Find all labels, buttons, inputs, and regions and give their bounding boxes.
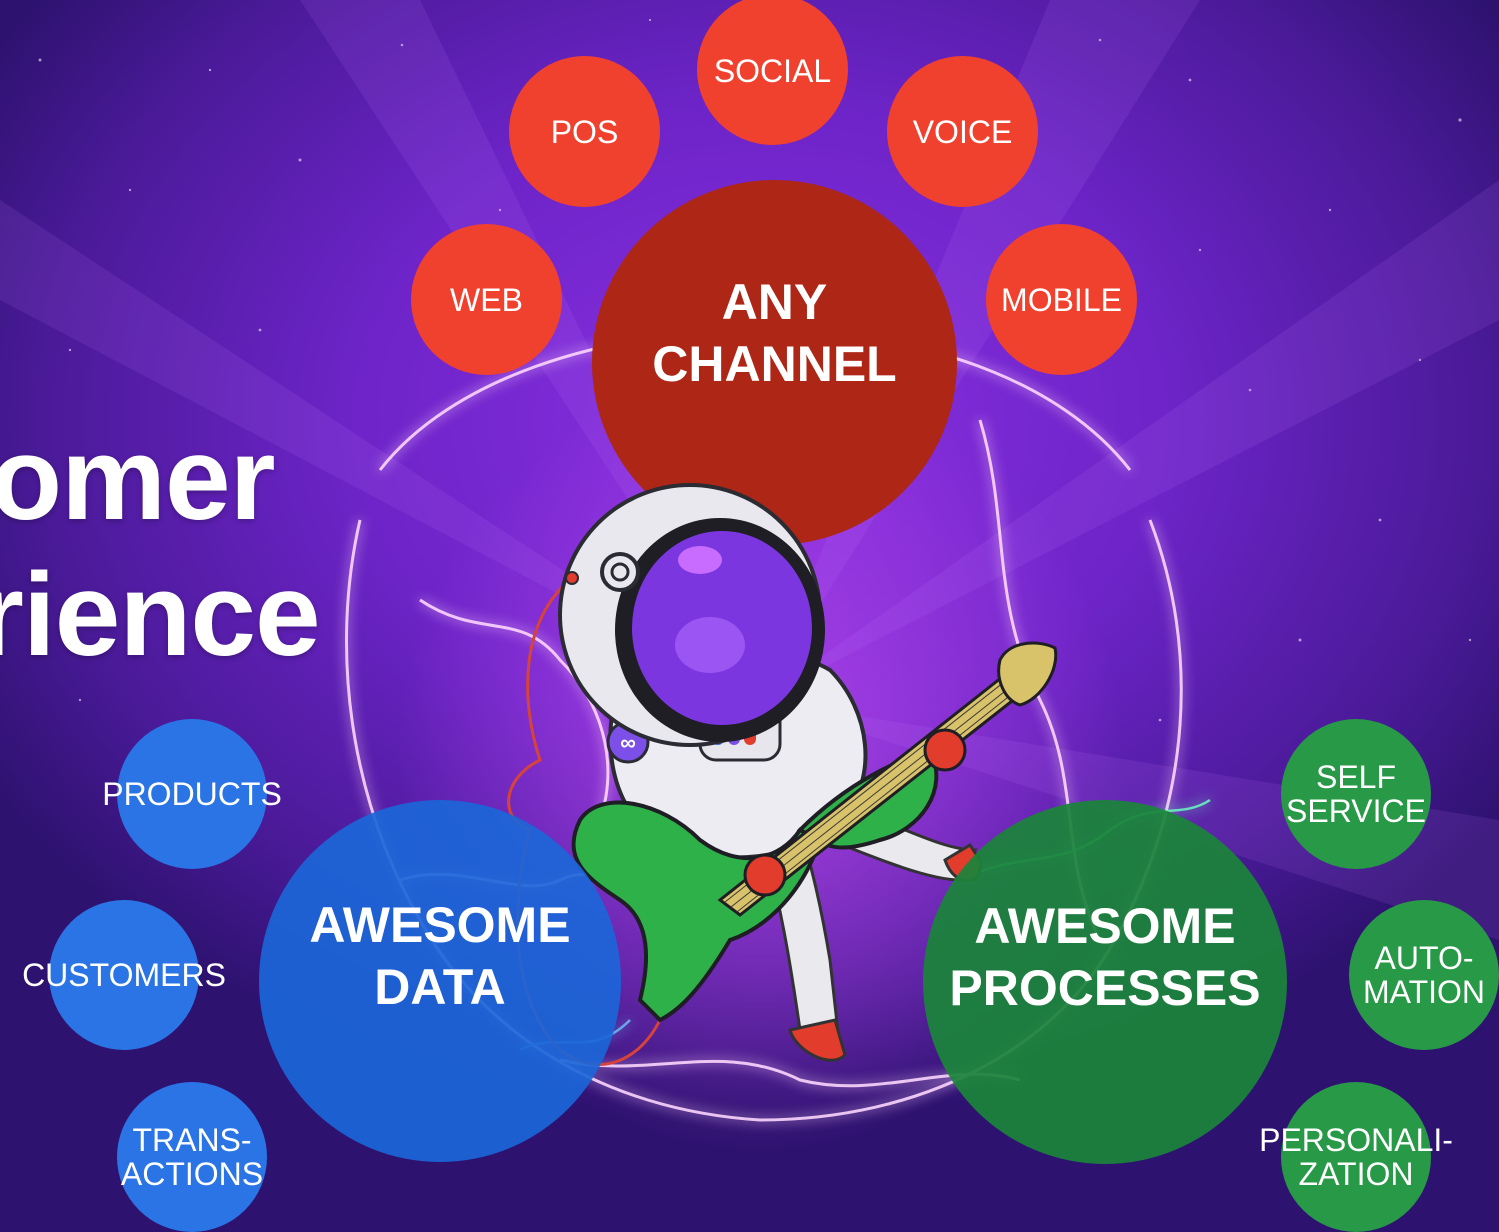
process-personalization-label: PERSONALI- ZATION [1259,1122,1453,1192]
awesome-processes-circle: AWESOME PROCESSES [923,800,1287,1164]
channel-pos-label: POS [550,113,619,150]
svg-text:∞: ∞ [620,730,636,755]
channel-social: SOCIAL [697,0,848,145]
awesome-processes-label: AWESOME PROCESSES [949,898,1261,1016]
data-products: PRODUCTS [102,719,282,869]
channel-mobile: MOBILE [986,224,1137,375]
data-transactions-label: TRANS- ACTIONS [120,1122,264,1192]
channel-pos: POS [509,56,660,207]
any-channel-label: ANY CHANNEL [652,273,897,392]
headline: omer rience [0,413,321,681]
channel-web-label: WEB [450,281,523,318]
channel-voice-label: VOICE [912,113,1013,150]
any-channel-circle: ANY CHANNEL [592,180,957,545]
headline-line-2: rience [0,549,321,681]
awesome-data-circle: AWESOME DATA [259,800,621,1162]
channel-web: WEB [411,224,562,375]
data-transactions: TRANS- ACTIONS [117,1082,267,1232]
channel-mobile-label: MOBILE [1001,281,1122,318]
awesome-data-label: AWESOME DATA [309,897,571,1015]
process-personalization: PERSONALI- ZATION [1259,1082,1453,1232]
process-automation: AUTO- MATION [1349,900,1499,1050]
headline-line-1: omer [0,413,276,545]
data-customers-label: CUSTOMERS [22,957,226,993]
process-automation-label: AUTO- MATION [1362,940,1486,1010]
process-self-service: SELF SERVICE [1281,719,1431,869]
channel-voice: VOICE [887,56,1038,207]
data-products-label: PRODUCTS [102,776,282,812]
channel-social-label: SOCIAL [713,52,832,89]
data-customers: CUSTOMERS [22,900,226,1050]
process-self-service-label: SELF SERVICE [1286,759,1426,829]
